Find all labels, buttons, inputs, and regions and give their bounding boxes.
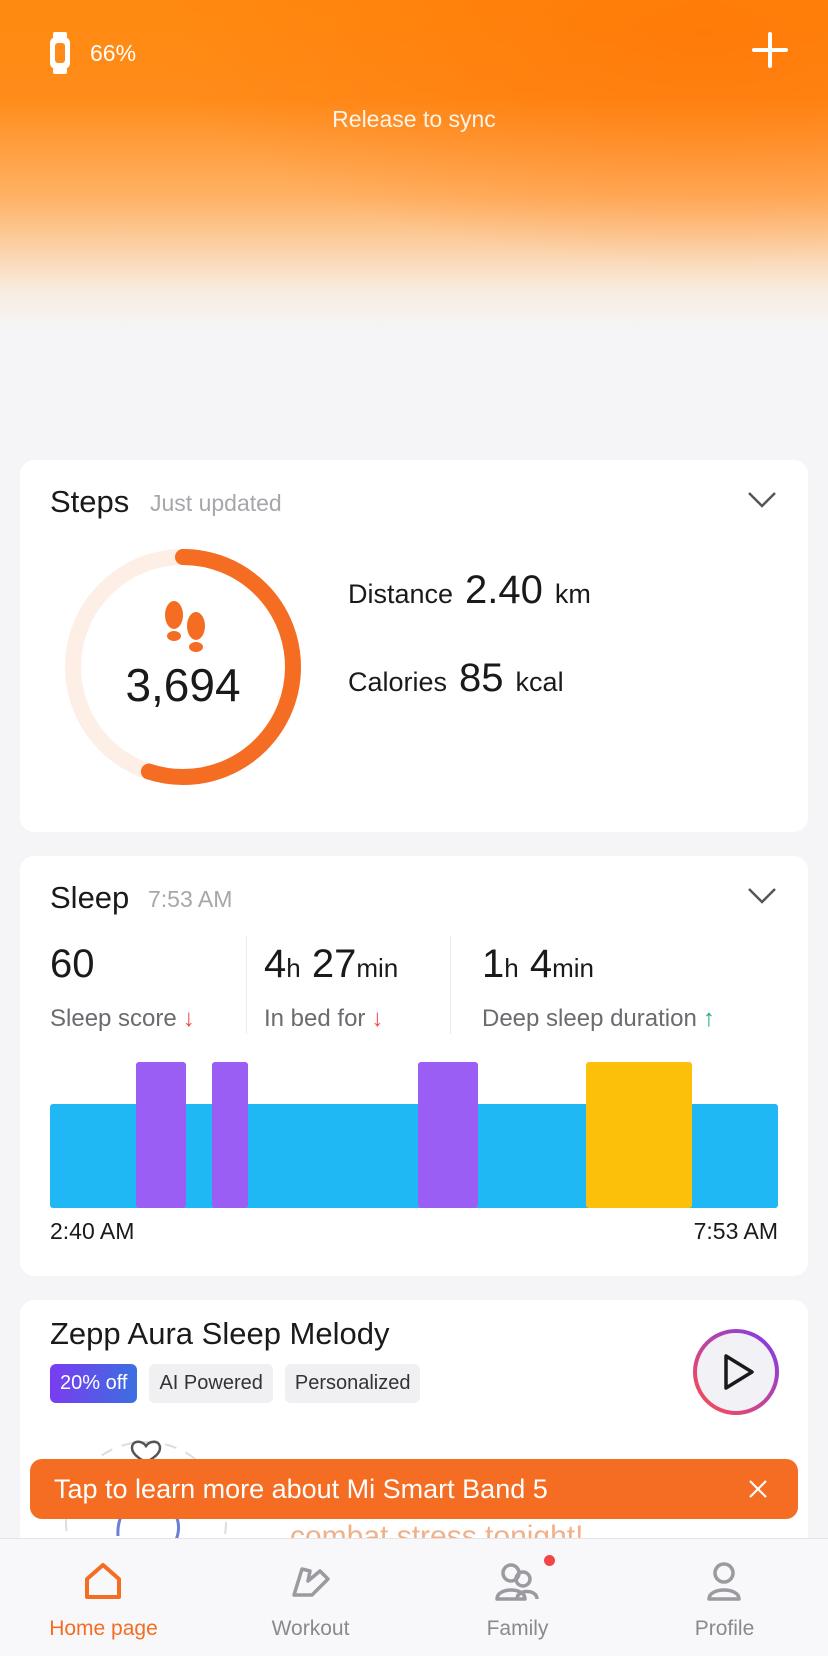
deep-sleep-text: Deep sleep duration [482,1005,697,1032]
deep-sleep-label: Deep sleep duration ↑ [482,1005,715,1033]
steps-title: Steps [50,484,130,519]
tab-workout-label: Workout [271,1617,350,1640]
in-bed-label: In bed for ↓ [264,1005,398,1033]
tab-profile[interactable]: Profile [621,1539,828,1656]
add-icon[interactable] [750,30,790,70]
tab-workout[interactable]: Workout [207,1539,414,1656]
calories-unit: kcal [515,667,564,697]
sleep-title: Sleep [50,880,130,915]
rem-sleep-segment [418,1062,478,1208]
sleep-start-time: 2:40 AM [50,1218,135,1244]
sleep-end-time: 7:53 AM [693,1218,778,1244]
awake-segment [586,1062,692,1208]
sleep-score-value: 60 [50,942,95,986]
band-icon [50,32,70,74]
rem-sleep-segment [136,1062,186,1208]
device-toast[interactable]: Tap to learn more about Mi Smart Band 5 [30,1459,798,1519]
deep-sleep-value: 1h 4min [482,942,594,986]
distance-value: 2.40 [465,568,543,612]
tab-family-label: Family [486,1617,549,1640]
sync-message: Release to sync [332,106,496,132]
arrow-down-icon: ↓ [182,1005,195,1032]
in-bed-metric: 4h 27min In bed for ↓ [264,942,398,1033]
family-icon [495,1563,539,1601]
band-battery[interactable]: 66% [48,32,136,74]
home-icon [85,1563,121,1599]
divider [246,936,247,1034]
shoe-icon [292,1567,330,1597]
calories-value: 85 [459,656,504,700]
sleep-score-label: Sleep score ↓ [50,1005,195,1033]
play-button[interactable] [692,1328,780,1416]
personalized-tag: Personalized [284,1364,421,1403]
tab-home-label: Home page [49,1617,158,1640]
in-bed-text: In bed for [264,1005,366,1032]
bottom-tab-bar: Home page Workout Family Profile [0,1538,828,1656]
footsteps-icon [165,601,205,652]
sleep-stages-chart[interactable] [50,1060,778,1210]
tab-profile-label: Profile [694,1617,755,1640]
deep-sleep-metric: 1h 4min Deep sleep duration ↑ [482,942,715,1033]
rem-sleep-segment [212,1062,248,1208]
profile-icon [707,1562,741,1601]
divider [450,936,451,1034]
calories-label: Calories [348,667,448,697]
arrow-up-icon: ↑ [702,1005,715,1032]
chevron-down-icon[interactable] [746,490,778,510]
tab-home[interactable]: Home page [0,1539,207,1656]
sleep-score-text: Sleep score [50,1005,177,1032]
chevron-down-icon[interactable] [746,886,778,906]
steps-card[interactable]: Steps Just updated 3,694 Distance 2.40 k… [20,460,808,832]
steps-count: 3,694 [125,659,241,711]
arrow-down-icon: ↓ [371,1005,384,1032]
calories-stat: Calories 85 kcal [348,656,564,701]
melody-title: Zepp Aura Sleep Melody [50,1316,390,1351]
in-bed-value: 4h 27min [264,942,399,986]
steps-updated-label: Just updated [150,490,282,516]
distance-unit: km [554,579,591,609]
notification-badge [544,1555,555,1566]
melody-tags: 20% off AI Powered Personalized [50,1364,421,1403]
tab-family[interactable]: Family [414,1539,621,1656]
sleep-card[interactable]: Sleep 7:53 AM 60 Sleep score ↓ 4h 27min … [20,856,808,1276]
close-icon[interactable] [748,1479,768,1499]
sleep-time-label: 7:53 AM [148,886,233,912]
sleep-score-metric: 60 Sleep score ↓ [50,942,195,1033]
battery-percent: 66% [90,39,137,66]
ai-tag: AI Powered [149,1364,273,1403]
distance-stat: Distance 2.40 km [348,568,591,613]
toast-message: Tap to learn more about Mi Smart Band 5 [54,1473,548,1504]
distance-label: Distance [348,579,454,609]
discount-tag: 20% off [50,1364,138,1403]
